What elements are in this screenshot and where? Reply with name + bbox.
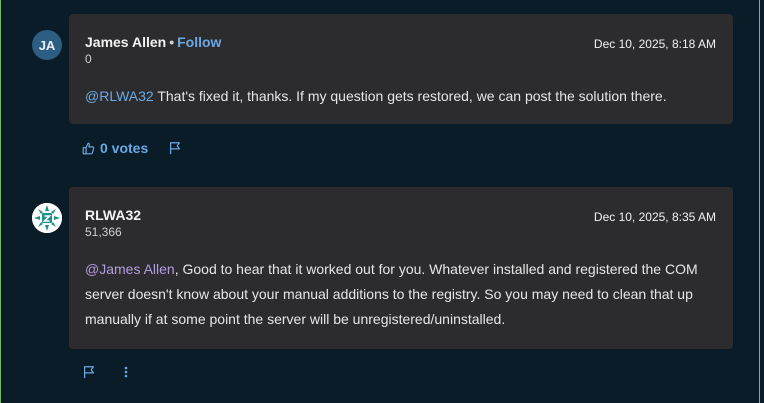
mention-link[interactable]: @RLWA32 [85,88,154,104]
thumbs-up-icon [82,142,100,155]
comment-date: Dec 10, 2025, 8:35 AM [593,210,716,224]
author-name[interactable]: RLWA32 [85,207,141,223]
comment-card: RLWA32 51,366 Dec 10, 2025, 8:35 AM @Jam… [69,187,733,349]
avatar[interactable]: JA [32,30,62,60]
flag-icon[interactable] [168,141,182,155]
comment-card: James Allen • Follow 0 Dec 10, 2025, 8:18 … [69,14,733,124]
comment-date: Dec 10, 2025, 8:18 AM [593,37,716,51]
comment-author-line: James Allen • Follow [85,34,221,50]
more-options-icon[interactable] [124,366,128,378]
comment-text: , Good to hear that it worked out for yo… [85,261,698,327]
author-reputation: 51,366 [85,225,122,239]
author-name[interactable]: James Allen [85,34,166,50]
vote-button[interactable]: 0 votes [82,140,148,156]
follow-link[interactable]: Follow [177,34,221,50]
mention-link[interactable]: @James Allen [85,261,175,277]
frame-border-left [0,0,1,403]
comment-actions: 0 votes [82,140,182,156]
frame-border-right [759,0,760,403]
votes-label: 0 votes [100,140,149,156]
flag-icon[interactable] [82,365,96,379]
comment-body: @James Allen, Good to hear that it worke… [85,257,717,332]
comment-text: That's fixed it, thanks. If my question … [153,88,667,104]
comment-james-allen: JA James Allen • Follow 0 Dec 10, 2025, 8:… [32,14,734,174]
comment-author-line: RLWA32 [85,207,141,223]
comment-rlwa32: RLWA32 51,366 Dec 10, 2025, 8:35 AM @Jam… [32,187,734,397]
separator-dot: • [169,34,175,50]
author-reputation: 0 [85,52,92,66]
avatar-logo-icon [32,203,62,233]
comment-actions [82,365,128,379]
comment-body: @RLWA32 That's fixed it, thanks. If my q… [85,84,717,109]
avatar[interactable] [32,203,62,233]
